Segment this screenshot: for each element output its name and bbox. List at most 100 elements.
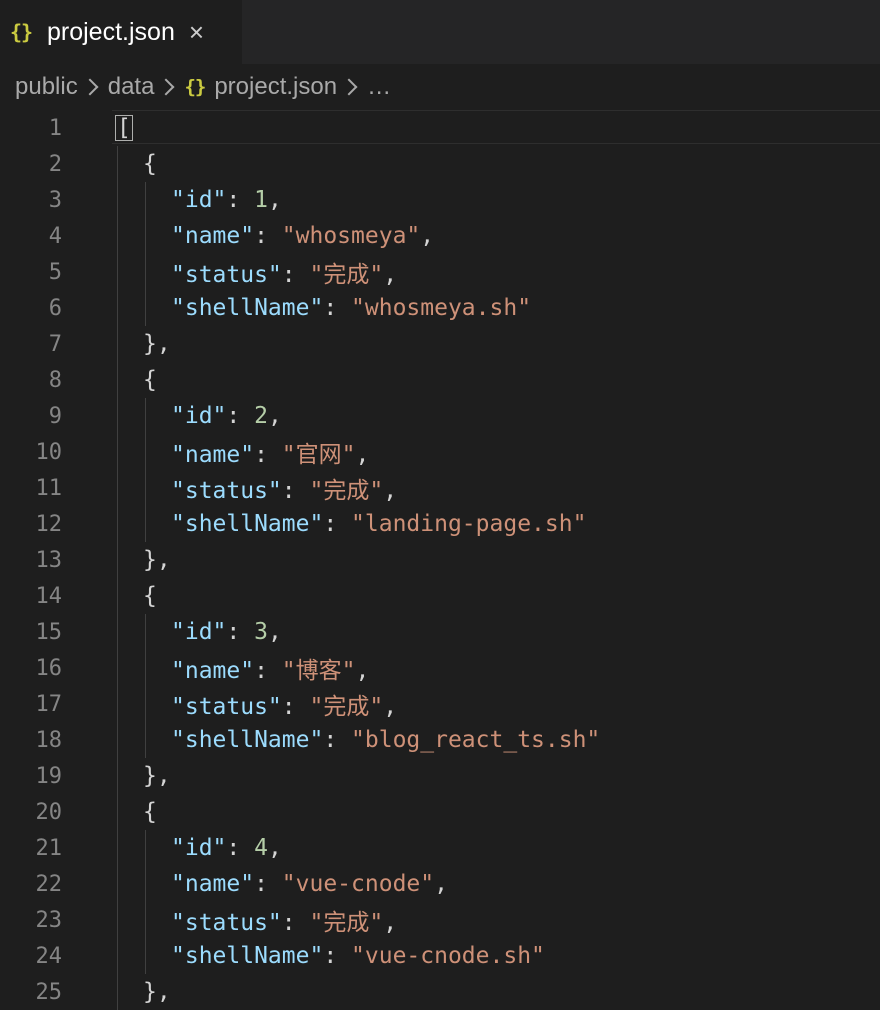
code-token: :	[323, 295, 352, 321]
breadcrumb-item-project-json[interactable]: project.json	[214, 73, 337, 101]
code-token: "完成"	[309, 910, 384, 936]
code-line[interactable]: 2{	[0, 146, 880, 182]
code-token: 4	[254, 835, 268, 861]
code-text: {	[143, 151, 157, 177]
code-token: "完成"	[309, 694, 384, 720]
line-number: 3	[48, 187, 62, 213]
code-area[interactable]: 1[2{3 "id": 1, 4 "name": "whosmeya", 5 "statu…	[0, 110, 880, 1010]
code-text: "status": "完成",	[171, 687, 397, 721]
code-token: "status"	[171, 910, 282, 936]
code-token: },	[143, 331, 171, 357]
code-line[interactable]: 1[	[0, 110, 880, 146]
code-token: "shellName"	[171, 295, 324, 321]
code-line[interactable]: 9 "id": 2,	[0, 398, 880, 434]
line-number: 10	[35, 439, 63, 465]
code-text: "name": "vue-cnode",	[171, 871, 448, 897]
code-text: "status": "完成",	[171, 471, 397, 505]
json-file-icon: {}	[10, 20, 33, 44]
code-line[interactable]: 5 "status": "完成",	[0, 254, 880, 290]
code-line[interactable]: 13},	[0, 542, 880, 578]
code-text: },	[143, 331, 171, 357]
code-text: "name": "官网",	[171, 435, 369, 469]
tab-project-json[interactable]: {} project.json ×	[0, 0, 242, 64]
code-line[interactable]: 14 {	[0, 578, 880, 614]
code-token: "vue-cnode.sh"	[351, 943, 545, 969]
code-token: {	[143, 583, 157, 609]
code-token: :	[226, 619, 255, 645]
code-line[interactable]: 15 "id": 3,	[0, 614, 880, 650]
code-token: :	[281, 910, 310, 936]
code-token: 1	[254, 187, 268, 213]
code-line[interactable]: 10 "name": "官网",	[0, 434, 880, 470]
code-token: {	[143, 151, 157, 177]
line-number: 16	[35, 655, 63, 681]
code-token: ,	[434, 871, 448, 897]
code-line[interactable]: 17 "status": "完成",	[0, 686, 880, 722]
code-token: :	[254, 658, 282, 684]
line-number: 7	[48, 331, 62, 357]
code-text: "shellName": "whosmeya.sh"	[171, 295, 531, 321]
line-number: 21	[35, 835, 63, 861]
code-text: },	[143, 547, 171, 573]
code-token: ,	[383, 694, 398, 720]
code-line[interactable]: 24 "shellName": "vue-cnode.sh"	[0, 938, 880, 974]
code-token: :	[254, 442, 282, 468]
breadcrumb-item-data[interactable]: data	[108, 73, 155, 101]
code-token: "blog_react_ts.sh"	[351, 727, 601, 753]
code-token: ,	[355, 442, 370, 468]
code-token: "shellName"	[171, 943, 324, 969]
json-file-icon: {}	[184, 76, 206, 98]
code-token: :	[226, 403, 255, 429]
code-token: "status"	[171, 262, 282, 288]
line-number: 17	[35, 691, 63, 717]
code-token: "name"	[171, 223, 255, 249]
code-token: 3	[254, 619, 268, 645]
code-text: "shellName": "vue-cnode.sh"	[171, 943, 545, 969]
code-line[interactable]: 11 "status": "完成",	[0, 470, 880, 506]
code-line[interactable]: 4 "name": "whosmeya",	[0, 218, 880, 254]
code-token: },	[143, 763, 171, 789]
tab-label: project.json	[47, 17, 175, 46]
code-token: :	[281, 478, 310, 504]
chevron-right-icon	[340, 78, 358, 96]
code-token: :	[226, 187, 255, 213]
code-token: "status"	[171, 478, 282, 504]
code-token: ,	[383, 910, 398, 936]
code-token: "id"	[171, 187, 227, 213]
code-line[interactable]: 21 "id": 4,	[0, 830, 880, 866]
code-line[interactable]: 7},	[0, 326, 880, 362]
code-line[interactable]: 6 "shellName": "whosmeya.sh"	[0, 290, 880, 326]
close-icon[interactable]: ×	[189, 19, 204, 45]
line-number: 2	[48, 151, 62, 177]
code-text: "id": 3,	[171, 619, 282, 645]
code-token: "完成"	[309, 262, 384, 288]
line-number: 18	[35, 727, 63, 753]
code-token: "whosmeya"	[281, 223, 421, 249]
code-line[interactable]: 19},	[0, 758, 880, 794]
breadcrumb-item-public[interactable]: public	[15, 73, 78, 101]
code-line[interactable]: 23 "status": "完成",	[0, 902, 880, 938]
code-line[interactable]: 16 "name": "博客",	[0, 650, 880, 686]
code-token: ,	[267, 187, 282, 213]
code-token: ,	[267, 403, 282, 429]
code-line[interactable]: 22 "name": "vue-cnode",	[0, 866, 880, 902]
code-line[interactable]: 3 "id": 1,	[0, 182, 880, 218]
line-number: 12	[35, 511, 63, 537]
code-text: },	[143, 979, 171, 1005]
code-token: ,	[383, 262, 398, 288]
code-token: :	[226, 835, 255, 861]
code-line[interactable]: 20 {	[0, 794, 880, 830]
code-line[interactable]: 12 "shellName": "landing-page.sh"	[0, 506, 880, 542]
line-number: 23	[35, 907, 63, 933]
breadcrumb-item-symbols[interactable]: …	[367, 73, 391, 101]
bracket-match-highlight: [	[115, 115, 133, 141]
code-line[interactable]: 25},	[0, 974, 880, 1010]
code-text: {	[143, 583, 157, 609]
code-line[interactable]: 18 "shellName": "blog_react_ts.sh"	[0, 722, 880, 758]
chevron-right-icon	[157, 78, 175, 96]
code-token: },	[143, 979, 171, 1005]
code-text: },	[143, 763, 171, 789]
code-line[interactable]: 8{	[0, 362, 880, 398]
code-token: :	[323, 943, 352, 969]
line-number: 5	[48, 259, 62, 285]
